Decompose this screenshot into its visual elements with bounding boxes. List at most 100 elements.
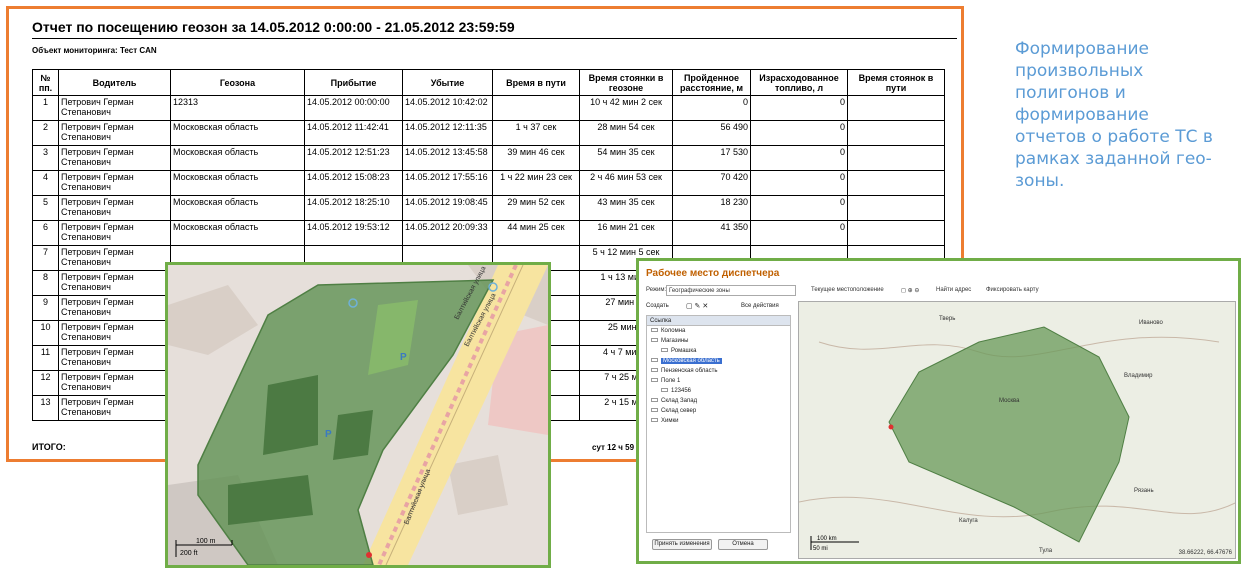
table-cell: 14.05.2012 00:00:00 bbox=[304, 95, 403, 121]
edit-icons[interactable]: ▢ ✎ ✕ bbox=[686, 302, 708, 310]
table-cell: 0 bbox=[750, 195, 848, 221]
city-map[interactable]: P P Балтийская улица Балтийская улица Ба… bbox=[168, 265, 548, 565]
scale-mi: 50 mi bbox=[813, 546, 828, 552]
tree-item[interactable]: Поле 1 bbox=[647, 376, 790, 386]
tree-item[interactable]: Ромашка bbox=[647, 346, 790, 356]
table-row: 2 Петрович Герман Степанович Московская об… bbox=[32, 120, 945, 146]
table-row: 4 Петрович Герман Степанович Московская об… bbox=[32, 170, 945, 196]
table-cell bbox=[847, 220, 945, 246]
table-cell: Петрович Герман Степанович bbox=[58, 145, 171, 171]
scale-feet: 200 ft bbox=[180, 550, 198, 557]
table-row: 6 Петрович Герман Степанович Московская об… bbox=[32, 220, 945, 246]
tree-item-label: Коломна bbox=[661, 328, 686, 334]
table-cell: 17 530 bbox=[672, 145, 751, 171]
city-vladimir: Владимир bbox=[1124, 373, 1153, 379]
table-cell: 14.05.2012 18:25:10 bbox=[304, 195, 403, 221]
region-map[interactable]: Тверь Иваново Владимир Москва Калуга Тул… bbox=[798, 301, 1236, 559]
column-header: Время в пути bbox=[492, 69, 580, 96]
parking-label-1: P bbox=[400, 352, 407, 363]
tree-item[interactable]: Склад Запад bbox=[647, 396, 790, 406]
table-cell bbox=[492, 95, 580, 121]
slide-caption: Формирование произвольных полигонов и фо… bbox=[1015, 39, 1213, 191]
table-cell: Петрович Герман Степанович bbox=[58, 345, 171, 371]
table-cell: 29 мин 52 сек bbox=[492, 195, 580, 221]
zone-icon bbox=[651, 398, 658, 403]
table-cell: Петрович Герман Степанович bbox=[58, 220, 171, 246]
mode-select[interactable]: Географические зоны bbox=[666, 285, 796, 296]
dispatcher-title: Рабочее место диспетчера bbox=[646, 268, 780, 279]
table-cell: 18 230 bbox=[672, 195, 751, 221]
table-cell: 14.05.2012 10:42:02 bbox=[402, 95, 493, 121]
zone-icon bbox=[651, 418, 658, 423]
city-map-panel[interactable]: P P Балтийская улица Балтийская улица Ба… bbox=[165, 262, 551, 568]
tree-item[interactable]: Коломна bbox=[647, 326, 790, 336]
tree-item-label: Московская область bbox=[661, 358, 722, 364]
column-header: № пп. bbox=[32, 69, 59, 96]
total-label: ИТОГО: bbox=[32, 442, 66, 452]
table-cell: Петрович Герман Степанович bbox=[58, 95, 171, 121]
report-title: Отчет по посещению геозон за 14.05.2012 … bbox=[32, 19, 515, 35]
table-cell: 44 мин 25 сек bbox=[492, 220, 580, 246]
table-cell: Петрович Герман Степанович bbox=[58, 295, 171, 321]
table-cell: 6 bbox=[32, 220, 59, 246]
cancel-button[interactable]: Отмена bbox=[718, 539, 768, 550]
table-cell: 14.05.2012 19:53:12 bbox=[304, 220, 403, 246]
table-cell: Петрович Герман Степанович bbox=[58, 195, 171, 221]
create-button[interactable]: Создать bbox=[646, 303, 669, 309]
table-cell: 10 bbox=[32, 320, 59, 346]
table-cell: 39 мин 46 сек bbox=[492, 145, 580, 171]
tree-item[interactable]: Московская область bbox=[647, 356, 790, 366]
table-cell: 0 bbox=[750, 220, 848, 246]
table-cell: 0 bbox=[750, 120, 848, 146]
table-cell bbox=[847, 195, 945, 221]
column-header: Прибытие bbox=[304, 69, 403, 96]
table-cell: Петрович Герман Степанович bbox=[58, 395, 171, 421]
apply-changes-button[interactable]: Принять изменения bbox=[652, 539, 712, 550]
city-tver: Тверь bbox=[939, 316, 955, 322]
tree-item[interactable]: Магазины bbox=[647, 336, 790, 346]
table-cell: 0 bbox=[750, 170, 848, 196]
tree-item-label: Поле 1 bbox=[661, 378, 681, 384]
tree-item[interactable]: 123456 bbox=[647, 386, 790, 396]
tree-item-label: Магазины bbox=[661, 338, 689, 344]
tree-item[interactable]: Склад север bbox=[647, 406, 790, 416]
table-cell: Московская область bbox=[170, 170, 305, 196]
dispatcher-toolbar: Режим: Географические зоны Текущее место… bbox=[646, 285, 1236, 297]
tree-item[interactable]: Химки bbox=[647, 416, 790, 426]
zone-icon bbox=[651, 368, 658, 373]
tree-item[interactable]: Пензенская область bbox=[647, 366, 790, 376]
table-cell: Московская область bbox=[170, 195, 305, 221]
current-location-button[interactable]: Текущее местоположение bbox=[811, 287, 884, 293]
tree-header: Ссылка bbox=[647, 316, 790, 326]
table-cell: 12 bbox=[32, 370, 59, 396]
table-cell: 7 bbox=[32, 245, 59, 271]
fix-map-button[interactable]: Фиксировать карту bbox=[986, 287, 1039, 293]
find-address-button[interactable]: Найти адрес bbox=[936, 287, 971, 293]
city-moscow: Москва bbox=[999, 398, 1020, 404]
table-cell: 2 bbox=[32, 120, 59, 146]
zones-pane: Создать ▢ ✎ ✕ Все действия Ссылка Коломн… bbox=[646, 301, 791, 559]
table-cell: Московская область bbox=[170, 145, 305, 171]
table-cell: 70 420 bbox=[672, 170, 751, 196]
tree-item-label: 123456 bbox=[671, 388, 692, 394]
table-cell: 12313 bbox=[170, 95, 305, 121]
table-row: 3 Петрович Герман Степанович Московская об… bbox=[32, 145, 945, 171]
scale-km: 100 km bbox=[817, 536, 837, 542]
table-cell: 2 ч 46 мин 53 сек bbox=[579, 170, 673, 196]
table-cell: 14.05.2012 12:11:35 bbox=[402, 120, 493, 146]
region-map-canvas[interactable]: Тверь Иваново Владимир Москва Калуга Тул… bbox=[799, 302, 1236, 559]
zoom-icons[interactable]: ◻ ⊕ ⊖ bbox=[901, 287, 919, 294]
tree-item-label: Пензенская область bbox=[661, 368, 718, 374]
all-actions-button[interactable]: Все действия bbox=[741, 303, 779, 309]
table-cell: 3 bbox=[32, 145, 59, 171]
column-header: Пройденное расстояние, м bbox=[672, 69, 751, 96]
table-cell: Московская область bbox=[170, 120, 305, 146]
title-divider bbox=[32, 38, 957, 39]
table-cell: 14.05.2012 15:08:23 bbox=[304, 170, 403, 196]
table-cell: 9 bbox=[32, 295, 59, 321]
table-cell: 8 bbox=[32, 270, 59, 296]
table-cell: Петрович Герман Степанович bbox=[58, 120, 171, 146]
table-cell: 56 490 bbox=[672, 120, 751, 146]
dispatcher-panel: Рабочее место диспетчера Режим: Географи… bbox=[636, 258, 1241, 564]
zones-tree[interactable]: Ссылка Коломна Магазины Ромашка Московская … bbox=[646, 315, 791, 533]
